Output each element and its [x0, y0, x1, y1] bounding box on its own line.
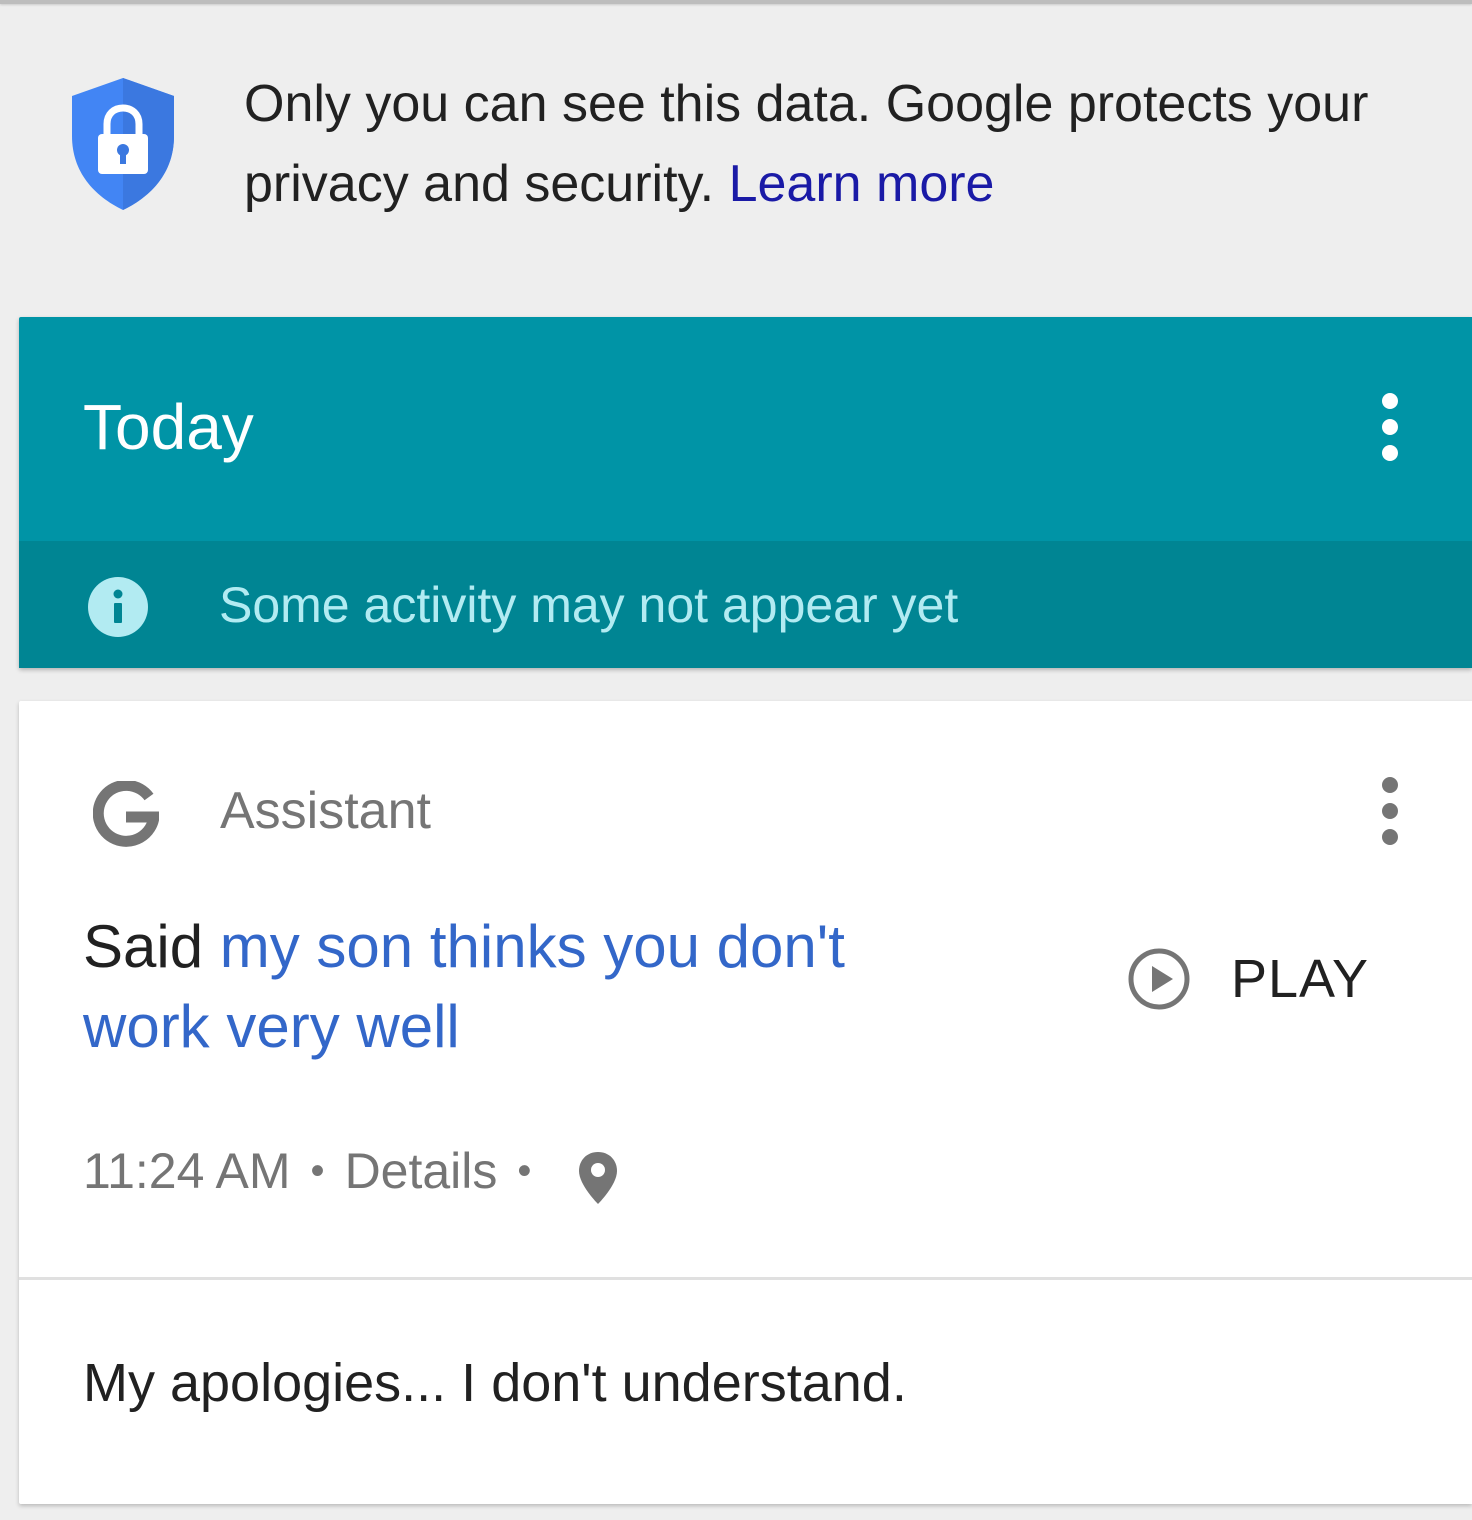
query-prefix: Said [83, 913, 204, 980]
product-label: Assistant [220, 782, 431, 840]
query-text: Said my son thinks you don't work very w… [83, 907, 983, 1067]
more-vert-icon[interactable] [1365, 773, 1415, 853]
today-card: Today Some activity may not appear yet [19, 317, 1472, 668]
privacy-message: Only you can see this data. Google prote… [244, 64, 1464, 224]
more-vert-icon[interactable] [1365, 389, 1415, 469]
privacy-notice: Only you can see this data. Google prote… [0, 4, 1472, 317]
details-link[interactable]: Details [345, 1142, 498, 1200]
today-header: Today [19, 317, 1472, 541]
assistant-response: My apologies... I don't understand. [83, 1353, 907, 1413]
activity-notice-text: Some activity may not appear yet [219, 577, 959, 633]
today-title: Today [83, 391, 254, 463]
learn-more-link[interactable]: Learn more [729, 155, 995, 213]
google-g-icon [93, 781, 159, 847]
assistant-activity-card: Assistant Said my son thinks you don't w… [19, 701, 1472, 1504]
meta-separator: • [310, 1148, 325, 1193]
meta-separator: • [517, 1148, 532, 1193]
activity-notice-bar: Some activity may not appear yet [19, 541, 1472, 668]
play-label: PLAY [1231, 949, 1370, 1009]
activity-time: 11:24 AM [83, 1143, 291, 1199]
activity-meta: 11:24 AM • Details • [83, 1135, 619, 1207]
info-icon [88, 577, 148, 637]
shield-lock-icon [72, 78, 174, 210]
location-pin-icon[interactable] [577, 1150, 619, 1206]
play-circle-icon [1128, 948, 1190, 1010]
play-button[interactable]: PLAY [1127, 945, 1369, 1013]
card-divider [19, 1277, 1472, 1280]
